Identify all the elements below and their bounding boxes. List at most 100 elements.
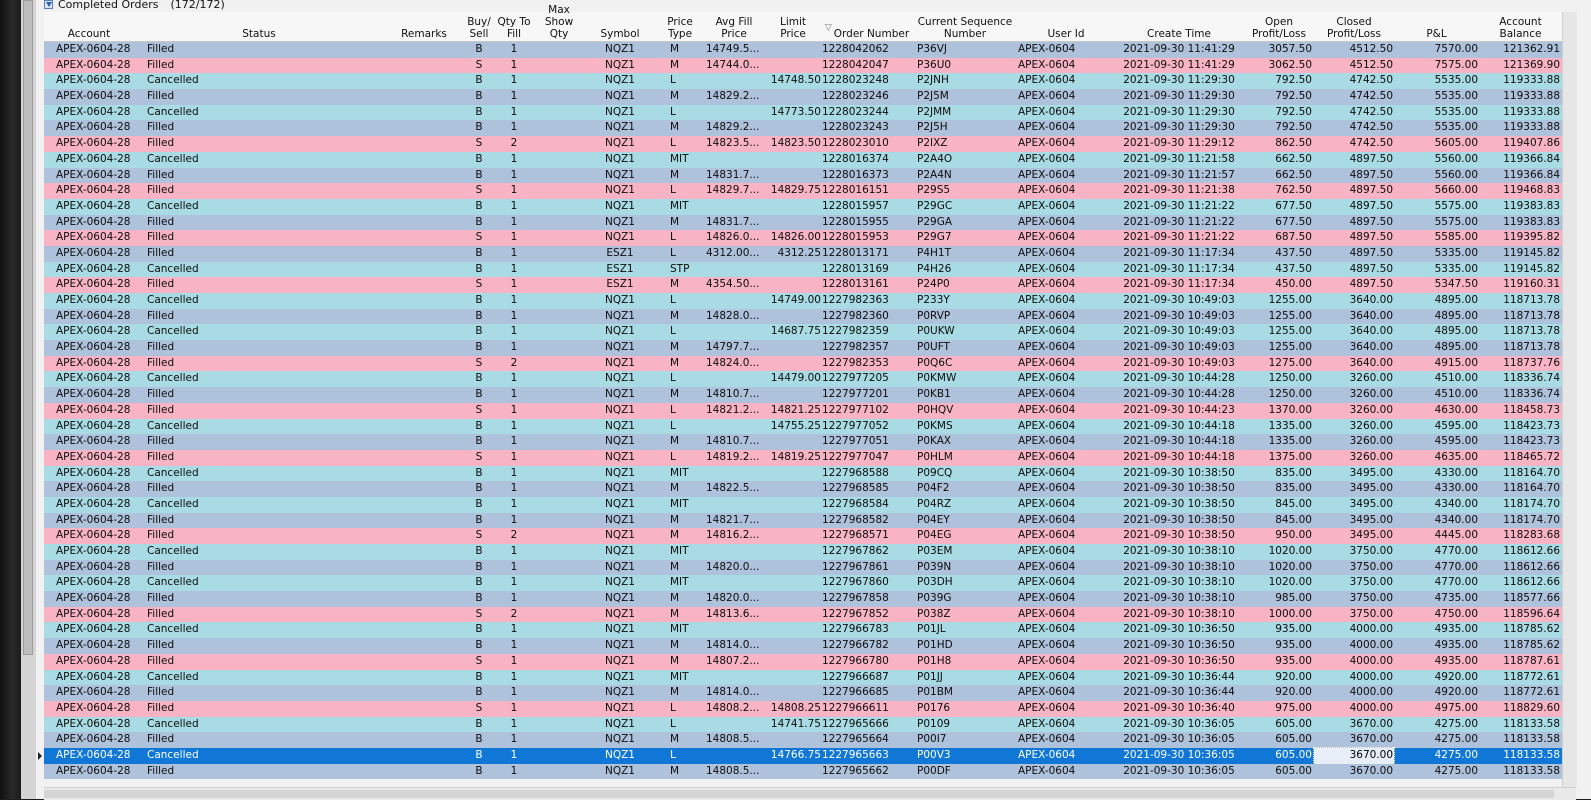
table-cell[interactable]: 2 xyxy=(494,607,534,623)
table-cell[interactable]: 1 xyxy=(494,277,534,293)
table-cell[interactable]: P2JNH xyxy=(917,73,1018,89)
table-cell[interactable]: NQZ1 xyxy=(584,434,656,450)
column-header-0[interactable]: Account xyxy=(44,12,134,41)
table-cell[interactable]: 4897.50 xyxy=(1314,262,1394,278)
table-cell[interactable]: 1020.00 xyxy=(1244,560,1314,576)
table-cell[interactable]: APEX-0604 xyxy=(1018,685,1114,701)
table-cell[interactable]: 4330.00 xyxy=(1394,466,1479,482)
table-cell[interactable]: S xyxy=(464,183,494,199)
table-cell[interactable]: 1 xyxy=(494,450,534,466)
table-cell[interactable]: 2021-09-30 11:41:29 xyxy=(1114,42,1244,58)
table-cell[interactable]: 14821.2... xyxy=(706,403,764,419)
table-cell[interactable]: 118772.61 xyxy=(1479,670,1562,686)
table-row[interactable]: APEX-0604-28 Filled B 1 NQZ1 M 14810.7... 12279… xyxy=(36,387,1562,403)
table-cell[interactable]: 4512.50 xyxy=(1314,42,1394,58)
table-cell[interactable]: 1228015957 xyxy=(822,199,912,215)
table-cell[interactable]: NQZ1 xyxy=(584,528,656,544)
table-cell[interactable]: 1 xyxy=(494,105,534,121)
table-row[interactable]: APEX-0604-28 Filled B 1 NQZ1 M 14814.0... 12279… xyxy=(36,685,1562,701)
table-cell[interactable]: P04RZ xyxy=(917,497,1018,513)
table-cell[interactable]: 3260.00 xyxy=(1314,450,1394,466)
table-cell[interactable]: 4897.50 xyxy=(1314,183,1394,199)
table-cell[interactable]: 14479.00 xyxy=(764,371,822,387)
table-cell[interactable]: 119145.82 xyxy=(1479,246,1562,262)
row-selector[interactable] xyxy=(36,465,44,482)
table-cell[interactable]: M xyxy=(670,277,704,293)
table-cell[interactable]: 1 xyxy=(494,152,534,168)
row-selector[interactable] xyxy=(36,402,44,419)
table-cell[interactable]: M xyxy=(670,481,704,497)
table-cell[interactable]: 14773.50 xyxy=(764,105,822,121)
table-cell[interactable]: L xyxy=(670,246,704,262)
table-cell[interactable]: 14826.0... xyxy=(706,230,764,246)
table-cell[interactable]: L xyxy=(670,183,704,199)
table-cell[interactable] xyxy=(384,670,464,686)
table-cell[interactable]: Cancelled xyxy=(147,152,384,168)
table-cell[interactable]: 4897.50 xyxy=(1314,168,1394,184)
table-cell[interactable]: APEX-0604-28 xyxy=(56,513,134,529)
table-cell[interactable]: APEX-0604 xyxy=(1018,293,1114,309)
table-cell[interactable]: NQZ1 xyxy=(584,89,656,105)
table-cell[interactable]: 118612.66 xyxy=(1479,575,1562,591)
table-cell[interactable]: APEX-0604 xyxy=(1018,528,1114,544)
table-cell[interactable]: 4000.00 xyxy=(1314,670,1394,686)
table-cell[interactable]: APEX-0604-28 xyxy=(56,591,134,607)
table-cell[interactable]: P0176 xyxy=(917,701,1018,717)
table-cell[interactable]: 1227968582 xyxy=(822,513,912,529)
table-cell[interactable]: M xyxy=(670,654,704,670)
table-cell[interactable]: M xyxy=(670,42,704,58)
table-cell[interactable] xyxy=(534,419,584,435)
table-cell[interactable]: B xyxy=(464,89,494,105)
table-cell[interactable]: 14822.5... xyxy=(706,481,764,497)
table-cell[interactable]: NQZ1 xyxy=(584,230,656,246)
table-cell[interactable] xyxy=(384,513,464,529)
table-cell[interactable]: 119160.31 xyxy=(1479,277,1562,293)
table-cell[interactable]: 1 xyxy=(494,654,534,670)
table-cell[interactable]: 118133.58 xyxy=(1479,717,1562,733)
table-cell[interactable]: 1227966783 xyxy=(822,622,912,638)
table-cell[interactable]: 1 xyxy=(494,434,534,450)
table-cell[interactable]: 4742.50 xyxy=(1314,105,1394,121)
table-cell[interactable]: 920.00 xyxy=(1244,685,1314,701)
table-cell[interactable]: 14744.0... xyxy=(706,58,764,74)
table-cell[interactable] xyxy=(534,230,584,246)
table-cell[interactable]: P00DF xyxy=(917,764,1018,780)
table-cell[interactable]: 4630.00 xyxy=(1394,403,1479,419)
table-cell[interactable]: APEX-0604 xyxy=(1018,230,1114,246)
table-cell[interactable]: 4000.00 xyxy=(1314,685,1394,701)
filter-icon[interactable] xyxy=(44,0,53,9)
table-cell[interactable]: 1228016151 xyxy=(822,183,912,199)
table-cell[interactable]: Filled xyxy=(147,136,384,152)
table-cell[interactable]: 1227965664 xyxy=(822,732,912,748)
table-cell[interactable] xyxy=(706,73,764,89)
table-cell[interactable]: 14819.2... xyxy=(706,450,764,466)
table-cell[interactable]: M xyxy=(670,215,704,231)
table-cell[interactable]: 3750.00 xyxy=(1314,607,1394,623)
table-cell[interactable]: APEX-0604 xyxy=(1018,607,1114,623)
table-cell[interactable]: M xyxy=(670,638,704,654)
table-cell[interactable]: Filled xyxy=(147,528,384,544)
table-cell[interactable]: 14820.0... xyxy=(706,591,764,607)
table-cell[interactable]: 5535.00 xyxy=(1394,89,1479,105)
table-cell[interactable] xyxy=(764,89,822,105)
column-header-17[interactable]: Account Balance xyxy=(1479,12,1562,41)
table-cell[interactable]: 119468.83 xyxy=(1479,183,1562,199)
table-cell[interactable] xyxy=(534,73,584,89)
table-cell[interactable]: 1227968571 xyxy=(822,528,912,544)
table-cell[interactable]: B xyxy=(464,497,494,513)
table-cell[interactable]: 2021-09-30 10:44:23 xyxy=(1114,403,1244,419)
table-cell[interactable] xyxy=(534,528,584,544)
table-cell[interactable] xyxy=(764,685,822,701)
table-cell[interactable]: 1 xyxy=(494,466,534,482)
table-cell[interactable]: 119366.84 xyxy=(1479,168,1562,184)
table-cell[interactable]: 1228015953 xyxy=(822,230,912,246)
table-cell[interactable]: APEX-0604-28 xyxy=(56,638,134,654)
table-cell[interactable]: APEX-0604 xyxy=(1018,748,1114,764)
table-cell[interactable]: 1227977052 xyxy=(822,419,912,435)
table-cell[interactable]: 1227977205 xyxy=(822,371,912,387)
table-cell[interactable]: 3495.00 xyxy=(1314,528,1394,544)
table-cell[interactable]: APEX-0604-28 xyxy=(56,199,134,215)
table-row[interactable]: APEX-0604-28 Cancelled B 1 NQZ1 MIT 1227968584… xyxy=(36,496,1562,513)
column-header-15[interactable]: Closed Profit/Loss xyxy=(1314,12,1394,41)
table-cell[interactable]: 14829.2... xyxy=(706,120,764,136)
